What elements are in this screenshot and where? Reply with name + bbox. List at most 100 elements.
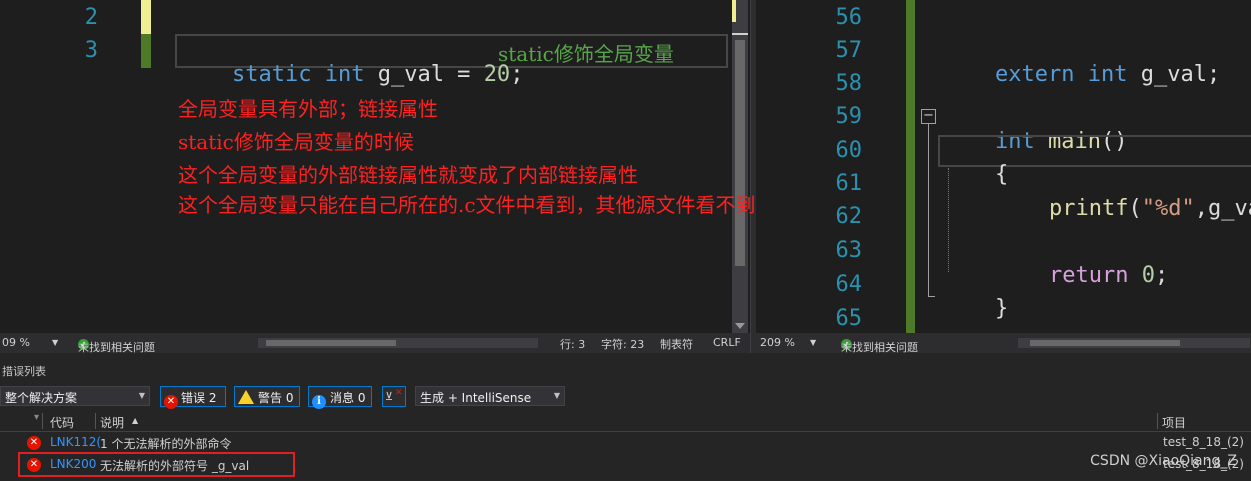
error-icon: ✕ [27, 436, 41, 450]
watermark: CSDN @XiaoQiang_Z [1090, 453, 1237, 469]
annotation-line-1: 全局变量具有外部；链接属性 [178, 97, 438, 121]
annotation-line-4: 这个全局变量只能在自己所在的.c文件中看到，其他源文件看不到 [178, 193, 756, 217]
error-list-header: ▾ 代码 说明 ▲ 项目 [0, 410, 1251, 432]
keyword-return: return [1048, 263, 1129, 288]
left-hscroll-thumb[interactable] [266, 340, 396, 346]
printf-rest: ,g_val); [1194, 196, 1251, 221]
warning-icon [238, 390, 254, 404]
change-marker-green [906, 0, 915, 333]
identifier-g-val: g_val = [364, 62, 484, 87]
cursor-line: 行: 3 [560, 338, 586, 351]
build-source-dropdown[interactable]: 生成 + IntelliSense ▼ [415, 386, 565, 406]
error-list-panel: 措误列表 整个解决方案 ▼ ✕ 错误 2 警告 0 i 消息 0 ⊻ ✕ 生成 + I… [0, 353, 1251, 481]
scope-dropdown[interactable]: 整个解决方案 ▼ [0, 386, 150, 406]
build-source-value: 生成 + IntelliSense [420, 391, 532, 405]
scroll-down-arrow-icon[interactable] [735, 323, 745, 329]
right-editor-statusbar: 209 % ▼ ✓ 未找到相关问题 [756, 333, 1251, 354]
column-divider[interactable] [1157, 413, 1158, 429]
line-number: 62 [835, 204, 863, 229]
outline-line [928, 124, 929, 296]
scroll-marker [732, 0, 736, 22]
highlight-box [18, 452, 295, 477]
info-icon: i [312, 395, 326, 409]
column-divider[interactable] [42, 413, 43, 429]
line-number: 59 [835, 104, 863, 129]
line-ending[interactable]: CRLF [713, 336, 741, 349]
code-line-printf[interactable]: printf("%d",g_val); [996, 171, 1251, 246]
scope-value: 整个解决方案 [5, 391, 78, 405]
line-number: 58 [835, 71, 863, 96]
keyword-static: static [231, 62, 312, 87]
sort-marker-icon: ▾ [34, 412, 40, 423]
cursor-char: 字符: 23 [601, 338, 645, 351]
line-number: 65 [835, 306, 863, 331]
line-number: 63 [835, 238, 863, 263]
error-description: 1 个无法解析的外部命令 [100, 437, 232, 451]
warnings-filter-button[interactable]: 警告 0 [234, 386, 300, 407]
line-number: 3 [84, 38, 98, 63]
function-printf: printf [1048, 196, 1129, 221]
error-icon: ✕ [164, 395, 178, 409]
change-marker-yellow [141, 0, 151, 34]
zoom-level[interactable]: 209 % [760, 336, 795, 349]
indent-mode[interactable]: 制表符 [660, 336, 693, 352]
left-vertical-scrollbar[interactable] [732, 0, 748, 333]
collapse-toggle-icon[interactable]: − [921, 109, 936, 124]
extern-rest: g_val; [1127, 62, 1221, 87]
column-header-description[interactable]: 说明 [100, 414, 124, 431]
right-hscroll-thumb[interactable] [1030, 340, 1180, 346]
zoom-level[interactable]: 09 % [2, 336, 30, 349]
line-number: 60 [835, 138, 863, 163]
table-row[interactable]: ✕ LNK112( 1 个无法解析的外部命令 test_8_18_(2) [0, 432, 1251, 453]
right-horizontal-scrollbar[interactable] [1018, 338, 1250, 348]
error-code-link[interactable]: LNK112( [50, 435, 101, 449]
indent-guide [948, 168, 949, 272]
return-semi: ; [1154, 263, 1169, 288]
messages-filter-button[interactable]: i 消息 0 [308, 386, 372, 409]
code-line-return[interactable]: return 0; [996, 238, 1168, 313]
zoom-dropdown-icon[interactable]: ▼ [52, 338, 58, 347]
keyword-extern: extern [994, 62, 1075, 87]
line-number: 61 [835, 171, 863, 196]
scroll-caret-marker [732, 33, 748, 35]
left-editor-statusbar: 09 % ▼ ✓ 未找到相关问题 行: 3 字符: 23 制表符 CRLF [0, 333, 750, 354]
format-string: "%d" [1141, 196, 1195, 221]
printf-open: ( [1128, 196, 1142, 221]
messages-label: 消息 0 [330, 391, 366, 405]
code-line-extern[interactable]: extern int g_val; [942, 37, 1220, 112]
errors-label: 错误 2 [181, 391, 217, 405]
line-number: 57 [835, 38, 863, 63]
column-header-code[interactable]: 代码 [50, 414, 74, 431]
keyword-int: int [1087, 62, 1128, 87]
chevron-down-icon: ▼ [553, 391, 560, 400]
column-divider[interactable] [95, 413, 96, 429]
line-number: 64 [835, 272, 863, 297]
filter-icon: ⊻ [385, 390, 394, 403]
annotation-line-2: static修饰全局变量的时候 [178, 130, 414, 154]
change-marker-green [141, 34, 151, 68]
warnings-label: 警告 0 [258, 391, 294, 405]
keyword-int: int [324, 62, 365, 87]
close-brace: } [994, 296, 1009, 321]
inline-comment: static修饰全局变量 [498, 42, 674, 66]
column-header-project[interactable]: 项目 [1162, 414, 1186, 431]
return-value: 0 [1141, 263, 1155, 288]
line-number: 2 [84, 5, 98, 30]
errors-filter-button[interactable]: ✕ 错误 2 [160, 386, 226, 409]
filter-x-icon: ✕ [395, 388, 403, 398]
clear-filter-button[interactable]: ⊻ ✕ [382, 386, 406, 407]
outline-end [928, 296, 935, 297]
line-number: 56 [835, 5, 863, 30]
left-scroll-thumb[interactable] [735, 40, 745, 266]
code-line-close-brace[interactable]: } [942, 271, 1008, 333]
sort-ascending-icon: ▲ [132, 416, 139, 425]
zoom-dropdown-icon[interactable]: ▼ [810, 338, 816, 347]
right-editor-pane[interactable]: 56 57 58 59 60 61 62 63 64 65 extern int… [756, 0, 1251, 333]
error-list-toolbar: 整个解决方案 ▼ ✕ 错误 2 警告 0 i 消息 0 ⊻ ✕ 生成 + Intell… [0, 386, 1251, 409]
annotation-line-3: 这个全局变量的外部链接属性就变成了内部链接属性 [178, 163, 638, 187]
left-horizontal-scrollbar[interactable] [258, 338, 538, 348]
left-editor-pane[interactable]: 2 3 static int g_val = 20; static修饰全局变量 … [0, 0, 750, 333]
chevron-down-icon: ▼ [138, 391, 145, 400]
error-project: test_8_18_(2) [1163, 435, 1244, 449]
error-list-title: 措误列表 [2, 365, 46, 378]
